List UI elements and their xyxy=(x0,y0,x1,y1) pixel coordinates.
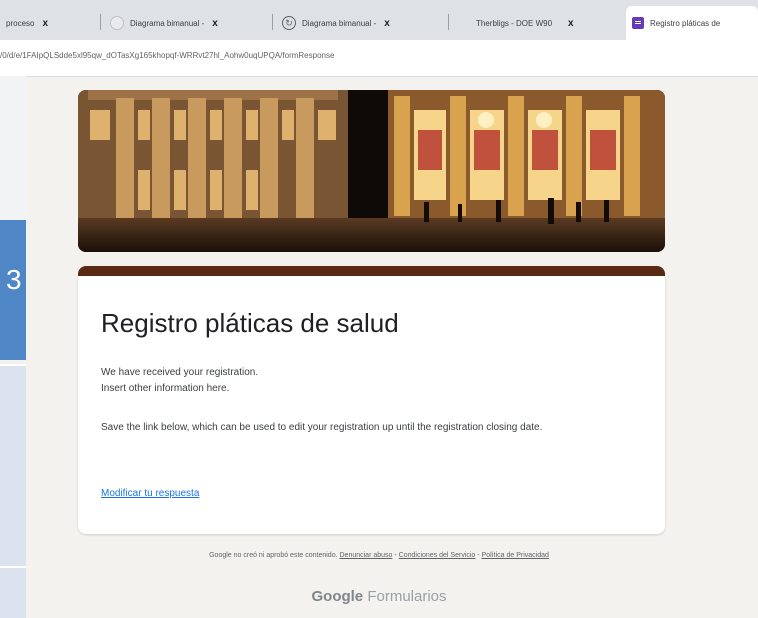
form-confirmation-card: Registro pláticas de salud We have recei… xyxy=(78,276,665,534)
privacy-link[interactable]: Política de Privacidad xyxy=(482,552,549,559)
tab-title: Therbligs - DOE W90 xyxy=(476,18,553,28)
brand-google: Google xyxy=(311,588,364,605)
tab-title: Diagrama bimanual - xyxy=(302,18,377,28)
form-title: Registro pláticas de salud xyxy=(101,308,399,338)
tab-title: proceso xyxy=(6,18,35,28)
panel-glyph: 3 xyxy=(6,264,22,295)
left-panel-top xyxy=(0,76,26,220)
tab-therbligs[interactable]: Therbligs - DOE W90 x xyxy=(470,6,620,40)
close-icon[interactable]: x xyxy=(568,18,574,29)
left-panel-middle xyxy=(0,364,26,566)
tab-title: Registro pláticas de xyxy=(650,18,721,28)
close-icon[interactable]: x xyxy=(42,18,48,29)
disclaimer-text: Google no creó ni aprobó este contenido. xyxy=(209,552,338,559)
sync-icon: ↻ xyxy=(282,16,296,30)
brand-product: Formularios xyxy=(367,588,447,605)
tab-diagrama-bimanual-2[interactable]: ↻ Diagrama bimanual - x xyxy=(276,6,446,40)
concert-hall-photo xyxy=(78,90,665,252)
tab-proceso[interactable]: proceso x xyxy=(0,6,96,40)
confirmation-message: We have received your registration. Inse… xyxy=(101,365,258,397)
page-icon xyxy=(110,16,124,30)
report-abuse-link[interactable]: Denunciar abuso xyxy=(340,552,393,559)
address-bar[interactable]: /0/d/e/1FAIpQLSdde5xl95qw_dOTasXg165khop… xyxy=(0,40,758,77)
tab-separator xyxy=(100,14,101,30)
browser-tab-strip: proceso x Diagrama bimanual - x ↻ Diagra… xyxy=(0,0,758,40)
tab-title: Diagrama bimanual - xyxy=(130,18,205,28)
message-line: Insert other information here. xyxy=(101,383,230,394)
url-text: /0/d/e/1FAIpQLSdde5xl95qw_dOTasXg165khop… xyxy=(0,51,335,60)
google-forms-logo[interactable]: Google Formularios xyxy=(0,588,758,605)
close-icon[interactable]: x xyxy=(384,18,390,29)
left-panel-highlight: 3 xyxy=(0,220,26,360)
header-banner-image xyxy=(78,90,665,252)
footer-disclaimer: Google no creó ni aprobó este contenido.… xyxy=(0,552,758,559)
google-forms-icon xyxy=(632,17,644,29)
tab-separator xyxy=(272,14,273,30)
edit-response-link[interactable]: Modificar tu respuesta xyxy=(101,488,199,499)
terms-link[interactable]: Condiciones del Servicio xyxy=(399,552,476,559)
tab-separator xyxy=(448,14,449,30)
tab-registro-platicas[interactable]: Registro pláticas de xyxy=(626,6,758,40)
message-line: We have received your registration. xyxy=(101,367,259,378)
tab-diagrama-bimanual-1[interactable]: Diagrama bimanual - x xyxy=(104,6,270,40)
close-icon[interactable]: x xyxy=(212,18,218,29)
edit-instructions: Save the link below, which can be used t… xyxy=(101,422,543,433)
